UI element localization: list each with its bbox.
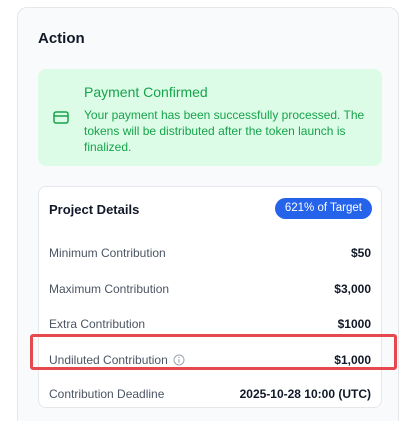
detail-row-extra-contribution: Extra Contribution $1000 <box>39 315 381 335</box>
detail-row-minimum-contribution: Minimum Contribution $50 <box>39 244 381 264</box>
detail-value: $3,000 <box>334 282 371 296</box>
project-details-title: Project Details <box>49 202 140 217</box>
detail-value: $1000 <box>337 317 371 331</box>
detail-value: 2025-10-28 10:00 (UTC) <box>239 387 371 401</box>
highlight-box <box>30 334 397 370</box>
detail-row-maximum-contribution: Maximum Contribution $3,000 <box>39 280 381 300</box>
detail-row-contribution-deadline: Contribution Deadline 2025-10-28 10:00 (… <box>39 385 381 405</box>
alert-message: Your payment has been successfully proce… <box>84 108 365 154</box>
alert-title: Payment Confirmed <box>84 84 208 100</box>
project-details-card: Project Details 621% of Target Minimum C… <box>38 186 382 408</box>
credit-card-icon <box>53 111 69 124</box>
detail-value: $50 <box>350 246 371 260</box>
detail-label: Maximum Contribution <box>49 282 170 296</box>
detail-label: Contribution Deadline <box>49 387 165 401</box>
action-title: Action <box>38 30 85 47</box>
target-progress-badge: 621% of Target <box>274 198 372 219</box>
detail-label: Minimum Contribution <box>49 246 166 260</box>
payment-confirmed-alert: Payment Confirmed Your payment has been … <box>38 69 382 166</box>
detail-label: Extra Contribution <box>49 317 146 331</box>
